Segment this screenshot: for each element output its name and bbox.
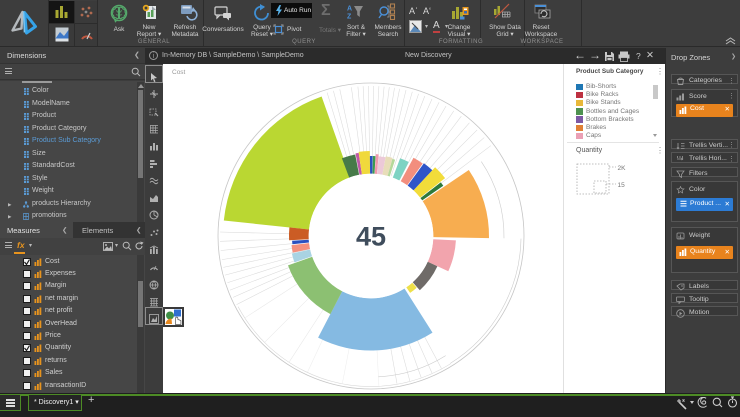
svg-text:A: A [347,6,352,13]
svg-text:2K: 2K [618,165,627,172]
svg-text:45: 45 [356,222,386,252]
svg-text:15: 15 [618,182,626,189]
svg-text:Z: Z [347,14,352,20]
